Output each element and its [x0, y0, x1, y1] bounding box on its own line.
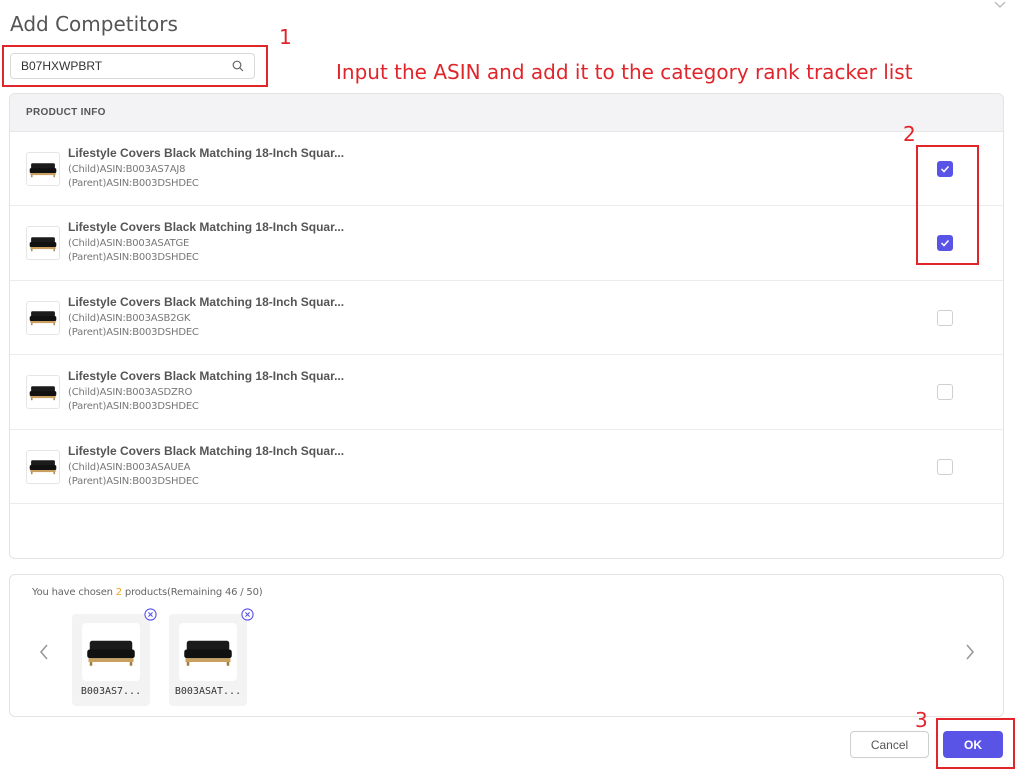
product-parent-asin: (Parent)ASIN:B003DSHDEC [68, 401, 199, 413]
annotation-box-ok [936, 718, 1015, 769]
chosen-item: B003AS7... [72, 608, 157, 706]
product-thumbnail [26, 226, 60, 261]
chosen-item-label: B003ASAT... [174, 686, 242, 697]
product-thumbnail [26, 300, 60, 335]
annotation-step-1: 1 [279, 25, 292, 49]
cancel-button[interactable]: Cancel [850, 731, 929, 758]
product-name: Lifestyle Covers Black Matching 18-Inch … [68, 443, 345, 458]
chosen-prefix: You have chosen [32, 587, 116, 598]
product-info: Lifestyle Covers Black Matching 18-Inch … [68, 146, 344, 189]
product-parent-asin: (Parent)ASIN:B003DSHDEC [68, 475, 199, 487]
chosen-summary: You have chosen 2 products(Remaining 46 … [32, 587, 263, 598]
product-parent-asin: (Parent)ASIN:B003DSHDEC [68, 178, 199, 189]
chosen-item-thumbnail [82, 623, 140, 681]
annotation-step-3: 3 [915, 708, 928, 732]
remove-icon[interactable] [241, 608, 254, 621]
table-row[interactable]: Lifestyle Covers Black Matching 18-Inch … [10, 430, 1003, 504]
product-thumbnail [26, 375, 60, 410]
product-table: PRODUCT INFO Lifestyle Covers Black Matc… [9, 93, 1004, 559]
product-name: Lifestyle Covers Black Matching 18-Inch … [68, 369, 345, 384]
table-header: PRODUCT INFO [10, 94, 1003, 132]
row-checkbox[interactable] [937, 309, 953, 326]
chosen-item-label: B003AS7... [80, 686, 142, 697]
annotation-box-checkboxes [916, 145, 979, 265]
annotation-step-2: 2 [903, 122, 916, 146]
product-parent-asin: (Parent)ASIN:B003DSHDEC [68, 326, 199, 338]
table-row[interactable]: Lifestyle Covers Black Matching 18-Inch … [10, 355, 1003, 430]
table-body: Lifestyle Covers Black Matching 18-Inch … [10, 132, 1003, 504]
product-child-asin: (Child)ASIN:B003AS7AJ8 [68, 164, 186, 175]
chosen-suffix: products(Remaining 46 / 50) [121, 587, 263, 598]
product-name: Lifestyle Covers Black Matching 18-Inch … [68, 220, 345, 235]
close-icon[interactable] [993, 2, 1007, 10]
chosen-panel: You have chosen 2 products(Remaining 46 … [9, 574, 1004, 717]
chevron-left-icon[interactable] [38, 643, 50, 661]
product-info: Lifestyle Covers Black Matching 18-Inch … [68, 295, 344, 338]
dialog-title: Add Competitors [10, 12, 178, 36]
product-child-asin: (Child)ASIN:B003ASATGE [68, 238, 190, 250]
product-child-asin: (Child)ASIN:B003ASAUEA [68, 461, 191, 473]
product-info: Lifestyle Covers Black Matching 18-Inch … [68, 369, 344, 412]
table-row[interactable]: Lifestyle Covers Black Matching 18-Inch … [10, 281, 1003, 356]
product-name: Lifestyle Covers Black Matching 18-Inch … [68, 294, 345, 309]
product-child-asin: (Child)ASIN:B003ASB2GK [68, 312, 191, 324]
chosen-item: B003ASAT... [169, 608, 254, 706]
chosen-item-thumbnail [179, 623, 237, 681]
chevron-right-icon[interactable] [964, 643, 976, 661]
row-checkbox[interactable] [937, 384, 953, 401]
product-name: Lifestyle Covers Black Matching 18-Inch … [68, 146, 345, 160]
product-info: Lifestyle Covers Black Matching 18-Inch … [68, 220, 344, 263]
table-row[interactable]: Lifestyle Covers Black Matching 18-Inch … [10, 206, 1003, 281]
remove-icon[interactable] [144, 608, 157, 621]
row-checkbox[interactable] [937, 458, 953, 475]
annotation-box-search [2, 45, 268, 87]
product-child-asin: (Child)ASIN:B003ASDZRO [68, 387, 193, 399]
table-row[interactable]: Lifestyle Covers Black Matching 18-Inch … [10, 132, 1003, 207]
product-thumbnail [26, 152, 60, 186]
annotation-instruction: Input the ASIN and add it to the categor… [336, 60, 913, 84]
product-thumbnail [26, 449, 60, 484]
product-parent-asin: (Parent)ASIN:B003DSHDEC [68, 252, 199, 264]
product-info: Lifestyle Covers Black Matching 18-Inch … [68, 444, 344, 487]
